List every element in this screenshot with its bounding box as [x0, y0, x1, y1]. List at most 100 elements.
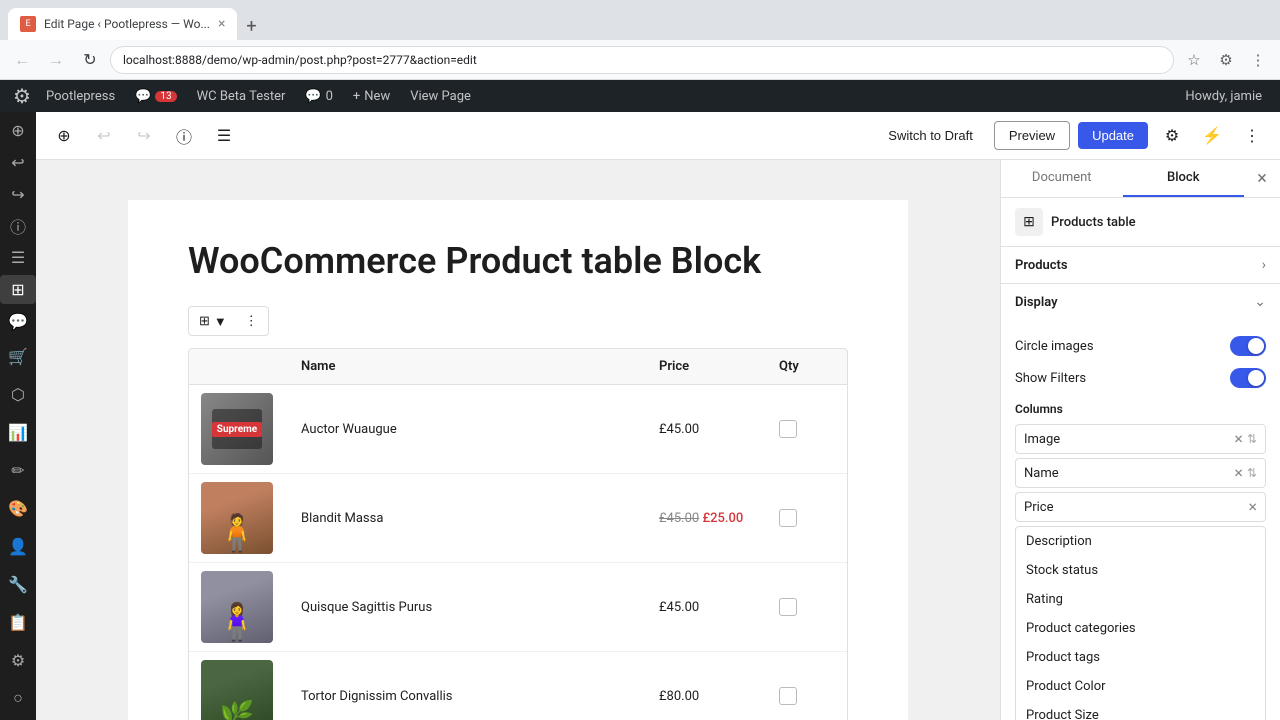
- page-title: WooCommerce Product table Block: [188, 240, 848, 282]
- new-item[interactable]: + New: [343, 80, 400, 112]
- qty-checkbox[interactable]: [779, 509, 797, 527]
- option-description[interactable]: Description: [1016, 527, 1265, 556]
- table-icon[interactable]: 📋: [0, 604, 36, 640]
- list-view-icon[interactable]: ☰: [0, 243, 36, 273]
- block-type-icon: ⊞: [1015, 208, 1043, 236]
- show-filters-row: Show Filters: [1015, 362, 1266, 394]
- wp-admin-bar: ⚙ Pootlepress 💬 13 WC Beta Tester 💬 0 + …: [0, 80, 1280, 112]
- settings-icon[interactable]: ⚙: [0, 642, 36, 678]
- new-tab-button[interactable]: +: [237, 12, 265, 40]
- block-options-btn[interactable]: ⋮: [237, 309, 266, 333]
- show-filters-toggle[interactable]: [1230, 368, 1266, 388]
- product-name: Blandit Massa: [289, 503, 647, 534]
- editor-topbar: ⊕ ↩ ↪ ⓘ ☰ Switch to Draft Preview Update…: [36, 112, 1280, 160]
- qty-checkbox[interactable]: [779, 420, 797, 438]
- more-options-btn[interactable]: ⋮: [1236, 120, 1268, 152]
- option-rating[interactable]: Rating: [1016, 585, 1265, 614]
- comment-icon[interactable]: 💬: [0, 306, 36, 336]
- option-product-size[interactable]: Product Size: [1016, 701, 1265, 720]
- update-button[interactable]: Update: [1078, 122, 1148, 149]
- qty-checkbox[interactable]: [779, 687, 797, 705]
- option-product-tags[interactable]: Product tags: [1016, 643, 1265, 672]
- menu-btn[interactable]: ⋮: [1244, 46, 1272, 74]
- back-button[interactable]: ←: [8, 46, 36, 74]
- howdy-item[interactable]: Howdy, jamie: [1175, 80, 1272, 112]
- browser-tabs: E Edit Page ‹ Pootlepress — Wo... × +: [8, 0, 265, 40]
- view-page-item[interactable]: View Page: [400, 80, 481, 112]
- extensions-btn[interactable]: ⚙: [1212, 46, 1240, 74]
- forward-button[interactable]: →: [42, 46, 70, 74]
- price-original: £45.00: [659, 511, 699, 526]
- tab-block[interactable]: Block: [1123, 160, 1245, 197]
- paint-icon[interactable]: 🎨: [0, 490, 36, 526]
- panel-tabs: Document Block ×: [1001, 160, 1280, 198]
- block-icon[interactable]: ⊞: [0, 275, 36, 305]
- switch-draft-button[interactable]: Switch to Draft: [875, 121, 986, 150]
- product-price: £80.00: [647, 681, 767, 712]
- redo-btn[interactable]: ↪: [128, 120, 160, 152]
- block-section: ⊞ Products table: [1001, 198, 1280, 247]
- comments-item2[interactable]: 💬 0: [295, 80, 343, 112]
- display-section-header[interactable]: Display ⌄: [1001, 284, 1280, 320]
- pencil-icon[interactable]: ✏: [0, 452, 36, 488]
- blocks-icon[interactable]: ⬡: [0, 376, 36, 412]
- chart-icon[interactable]: 📊: [0, 414, 36, 450]
- option-product-color[interactable]: Product Color: [1016, 672, 1265, 701]
- details-btn[interactable]: ⓘ: [168, 120, 200, 152]
- remove-image-col[interactable]: ×: [1234, 431, 1243, 447]
- wp-icon[interactable]: ⊕: [0, 116, 36, 146]
- tab-close-btn[interactable]: ×: [218, 16, 225, 32]
- preview-button[interactable]: Preview: [994, 121, 1070, 150]
- tab-document[interactable]: Document: [1001, 160, 1123, 197]
- drag-handle-image[interactable]: ⇅: [1247, 432, 1257, 446]
- address-bar[interactable]: localhost:8888/demo/wp-admin/post.php?po…: [110, 46, 1174, 74]
- products-section-header[interactable]: Products ›: [1001, 247, 1280, 283]
- people-icon[interactable]: 👤: [0, 528, 36, 564]
- table-row: 🧍 Blandit Massa £45.00 £25.00: [189, 474, 847, 563]
- option-stock-status[interactable]: Stock status: [1016, 556, 1265, 585]
- table-header: Name Price Qty: [189, 349, 847, 385]
- add-block-btn[interactable]: ⊕: [48, 120, 80, 152]
- qty-cell: [767, 412, 847, 446]
- bookmark-btn[interactable]: ☆: [1180, 46, 1208, 74]
- undo-btn[interactable]: ↩: [88, 120, 120, 152]
- editor-canvas[interactable]: WooCommerce Product table Block ⊞ ▼ ⋮: [36, 160, 1000, 720]
- column-tag-price[interactable]: Price ×: [1015, 492, 1266, 522]
- reload-button[interactable]: ↻: [76, 46, 104, 74]
- show-filters-label: Show Filters: [1015, 371, 1086, 386]
- option-product-categories[interactable]: Product categories: [1016, 614, 1265, 643]
- panel-close-btn[interactable]: ×: [1244, 161, 1280, 197]
- settings-toggle-btn[interactable]: ⚙: [1156, 120, 1188, 152]
- comments-item[interactable]: 💬 13: [125, 80, 186, 112]
- right-panel: Document Block × ⊞ Products table Produc…: [1000, 160, 1280, 720]
- editor-main: WooCommerce Product table Block ⊞ ▼ ⋮: [36, 160, 1280, 720]
- product-price: £45.00: [647, 414, 767, 445]
- wc-beta-item[interactable]: WC Beta Tester: [187, 80, 296, 112]
- undo-icon[interactable]: ↩: [0, 148, 36, 178]
- drag-handle-name[interactable]: ⇅: [1247, 466, 1257, 480]
- column-tag-name[interactable]: Name × ⇅: [1015, 458, 1266, 488]
- canvas-content: WooCommerce Product table Block ⊞ ▼ ⋮: [128, 200, 908, 720]
- circle-icon[interactable]: ○: [0, 680, 36, 716]
- table-view-btn[interactable]: ⊞ ▼: [191, 309, 235, 333]
- table-icon-btn: ⊞: [199, 313, 210, 329]
- qty-cell: [767, 590, 847, 624]
- info-icon[interactable]: ⓘ: [0, 211, 36, 241]
- qty-cell: [767, 679, 847, 713]
- panel-body[interactable]: ⊞ Products table Products › Display: [1001, 198, 1280, 720]
- tools-btn[interactable]: ⚡: [1196, 120, 1228, 152]
- qty-checkbox[interactable]: [779, 598, 797, 616]
- tool-icon[interactable]: 🔧: [0, 566, 36, 602]
- wp-logo[interactable]: ⚙: [8, 80, 36, 112]
- woo-icon[interactable]: 🛒: [0, 338, 36, 374]
- list-view-btn[interactable]: ☰: [208, 120, 240, 152]
- column-tag-image[interactable]: Image × ⇅: [1015, 424, 1266, 454]
- circle-images-toggle[interactable]: [1230, 336, 1266, 356]
- product-price: £45.00 £25.00: [647, 503, 767, 534]
- remove-price-col[interactable]: ×: [1248, 499, 1257, 515]
- redo-icon[interactable]: ↪: [0, 179, 36, 209]
- block-section-title: Products table: [1051, 215, 1136, 230]
- site-name-item[interactable]: Pootlepress: [36, 80, 125, 112]
- remove-name-col[interactable]: ×: [1234, 465, 1243, 481]
- active-tab[interactable]: E Edit Page ‹ Pootlepress — Wo... ×: [8, 8, 237, 40]
